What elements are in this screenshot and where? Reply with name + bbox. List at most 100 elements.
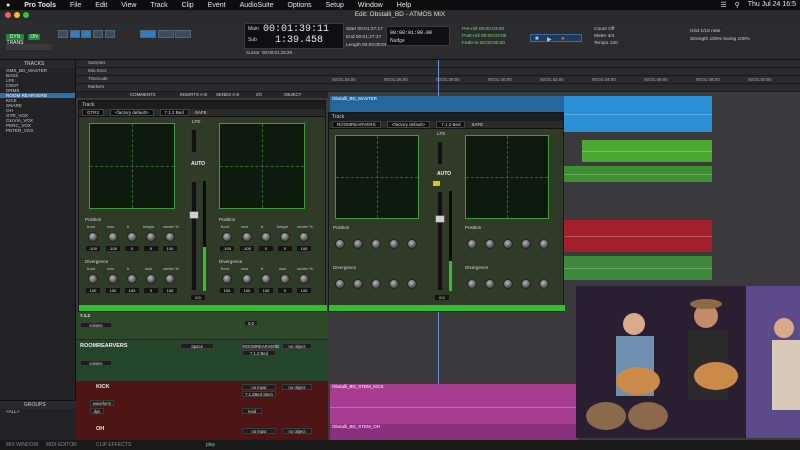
clip-effects-tab[interactable]: CLIP EFFECTS (96, 442, 131, 448)
audio-clip[interactable]: Obstalli_BD_STEM_OH (330, 424, 578, 440)
plugin-titlebar[interactable]: Track (79, 101, 325, 109)
center-knob[interactable] (299, 232, 309, 242)
rear-knob[interactable] (108, 232, 118, 242)
size-knob[interactable] (521, 279, 531, 289)
panner-grid-left[interactable] (89, 123, 175, 209)
knob-value[interactable]: 0 (278, 288, 292, 293)
fr-knob[interactable] (261, 232, 271, 242)
knob-value[interactable]: 100 (259, 288, 273, 293)
meter-value[interactable]: 4/4 (608, 34, 615, 39)
div-center-knob[interactable] (299, 274, 309, 284)
fr-knob[interactable] (371, 239, 381, 249)
knob-value[interactable]: 100 (297, 246, 311, 251)
wifi-icon[interactable]: ☰ (720, 1, 726, 9)
knob-value[interactable]: 0 (144, 246, 158, 251)
panner-grid-left[interactable] (335, 135, 419, 219)
div-fr-knob[interactable] (127, 274, 137, 284)
output-selector[interactable]: 7.1.2Bed Stem (242, 391, 276, 397)
selector-tool-icon[interactable] (81, 30, 92, 38)
center-knob[interactable] (539, 239, 549, 249)
fr-knob[interactable] (503, 239, 513, 249)
track-name[interactable]: ROOMREARVERS (80, 343, 128, 349)
zoom-tool-icon[interactable] (58, 30, 68, 38)
play-icon[interactable]: ▶ (547, 36, 552, 43)
div-front-knob[interactable] (88, 274, 98, 284)
div-center-knob[interactable] (407, 279, 417, 289)
volume-fader[interactable] (191, 181, 197, 291)
audio-clip[interactable] (582, 140, 712, 162)
knob-value[interactable]: 100 (106, 288, 120, 293)
apple-icon[interactable]: ● (6, 2, 10, 9)
input-selector[interactable]: ROOMREARVERB (242, 343, 279, 349)
height-knob[interactable] (146, 232, 156, 242)
stop-icon[interactable]: ■ (535, 36, 539, 42)
automation-button[interactable] (433, 181, 440, 186)
height-knob[interactable] (521, 239, 531, 249)
nudge-box[interactable]: 00:00:01:00.00 Nudge (386, 26, 450, 46)
zoom-presets[interactable] (6, 44, 52, 50)
div-rear-knob[interactable] (485, 279, 495, 289)
cp-button[interactable]: ON (28, 34, 40, 40)
rear-knob[interactable] (485, 239, 495, 249)
zoom-icon[interactable] (23, 12, 29, 18)
safe-button[interactable]: SAFE (195, 110, 207, 115)
object-selector[interactable]: no object (282, 428, 312, 434)
lfe-fader[interactable] (437, 141, 443, 165)
menu-edit[interactable]: Edit (95, 2, 107, 9)
volume-selector[interactable]: volume (80, 360, 112, 366)
height-knob[interactable] (280, 232, 290, 242)
track-name[interactable]: KICK (96, 384, 109, 390)
main-counter[interactable]: Main 00:01:39:11 Sub 1:39.458 (244, 23, 344, 49)
grid-value[interactable]: 1/16 note (700, 29, 720, 34)
start-value[interactable]: 00:01:27:17 (357, 27, 382, 32)
front-knob[interactable] (88, 232, 98, 242)
audio-clip[interactable] (564, 220, 712, 252)
menu-help[interactable]: Help (397, 2, 411, 9)
fader-value[interactable]: 0.0 (191, 295, 205, 300)
rear-knob[interactable] (242, 232, 252, 242)
dyn-transport-button[interactable]: DYN TRANS (6, 34, 24, 46)
track-selector[interactable]: ROOMREARVERS (332, 121, 381, 128)
grabber-tool-icon[interactable] (93, 30, 104, 38)
div-fr-knob[interactable] (503, 279, 513, 289)
object-selector[interactable]: no object (282, 343, 312, 349)
track-list-item[interactable]: PETER_VOX (0, 128, 75, 133)
knob-value[interactable]: -100 (220, 246, 234, 251)
volume-selector[interactable]: volume (80, 322, 112, 328)
fr-knob[interactable] (127, 232, 137, 242)
rear-knob[interactable] (353, 239, 363, 249)
group-all[interactable]: <ALL> (0, 409, 76, 414)
swing-value[interactable]: 100% (738, 37, 750, 42)
postroll-value[interactable]: 00:00:03:00 (481, 34, 506, 39)
div-rear-knob[interactable] (242, 274, 252, 284)
menu-clip[interactable]: Clip (182, 2, 194, 9)
strength-value[interactable]: 100% (709, 37, 721, 42)
preset-selector[interactable]: <factory default> (386, 121, 431, 128)
length-value[interactable]: 00:00:00:00 (362, 43, 387, 48)
menu-window[interactable]: Window (358, 2, 383, 9)
preset-selector[interactable]: <factory default> (110, 109, 154, 116)
size-knob[interactable] (146, 274, 156, 284)
knob-value[interactable]: -100 (86, 246, 100, 251)
playlist-view[interactable]: waveform (90, 400, 114, 406)
lfe-fader[interactable] (191, 129, 197, 153)
fader-cap[interactable] (435, 215, 445, 223)
knob-value[interactable]: 100 (86, 288, 100, 293)
front-knob[interactable] (467, 239, 477, 249)
selection-fields[interactable]: Start 00:01:27:17 End 00:01:27:17 Length… (346, 26, 387, 50)
center-knob[interactable] (407, 239, 417, 249)
div-front-knob[interactable] (335, 279, 345, 289)
grid-nudge[interactable]: Grid 1/16 note Strength 100% Swing 100% (690, 28, 750, 44)
menu-event[interactable]: Event (208, 2, 226, 9)
track-selector[interactable]: GTR3 (82, 109, 105, 116)
audio-clip[interactable] (564, 96, 712, 132)
plugin-titlebar[interactable]: Track (329, 113, 563, 121)
menu-view[interactable]: View (121, 2, 136, 9)
shuffle-mode-icon[interactable] (140, 30, 156, 38)
dyn-button[interactable]: dyn (90, 408, 104, 414)
minimize-icon[interactable] (14, 12, 20, 18)
slip-mode-icon[interactable] (157, 30, 174, 38)
div-center-knob[interactable] (539, 279, 549, 289)
timecode-ruler[interactable]: 00:01:34:00 00:01:36:00 00:01:38:00 00:0… (328, 76, 800, 84)
height-knob[interactable] (389, 239, 399, 249)
